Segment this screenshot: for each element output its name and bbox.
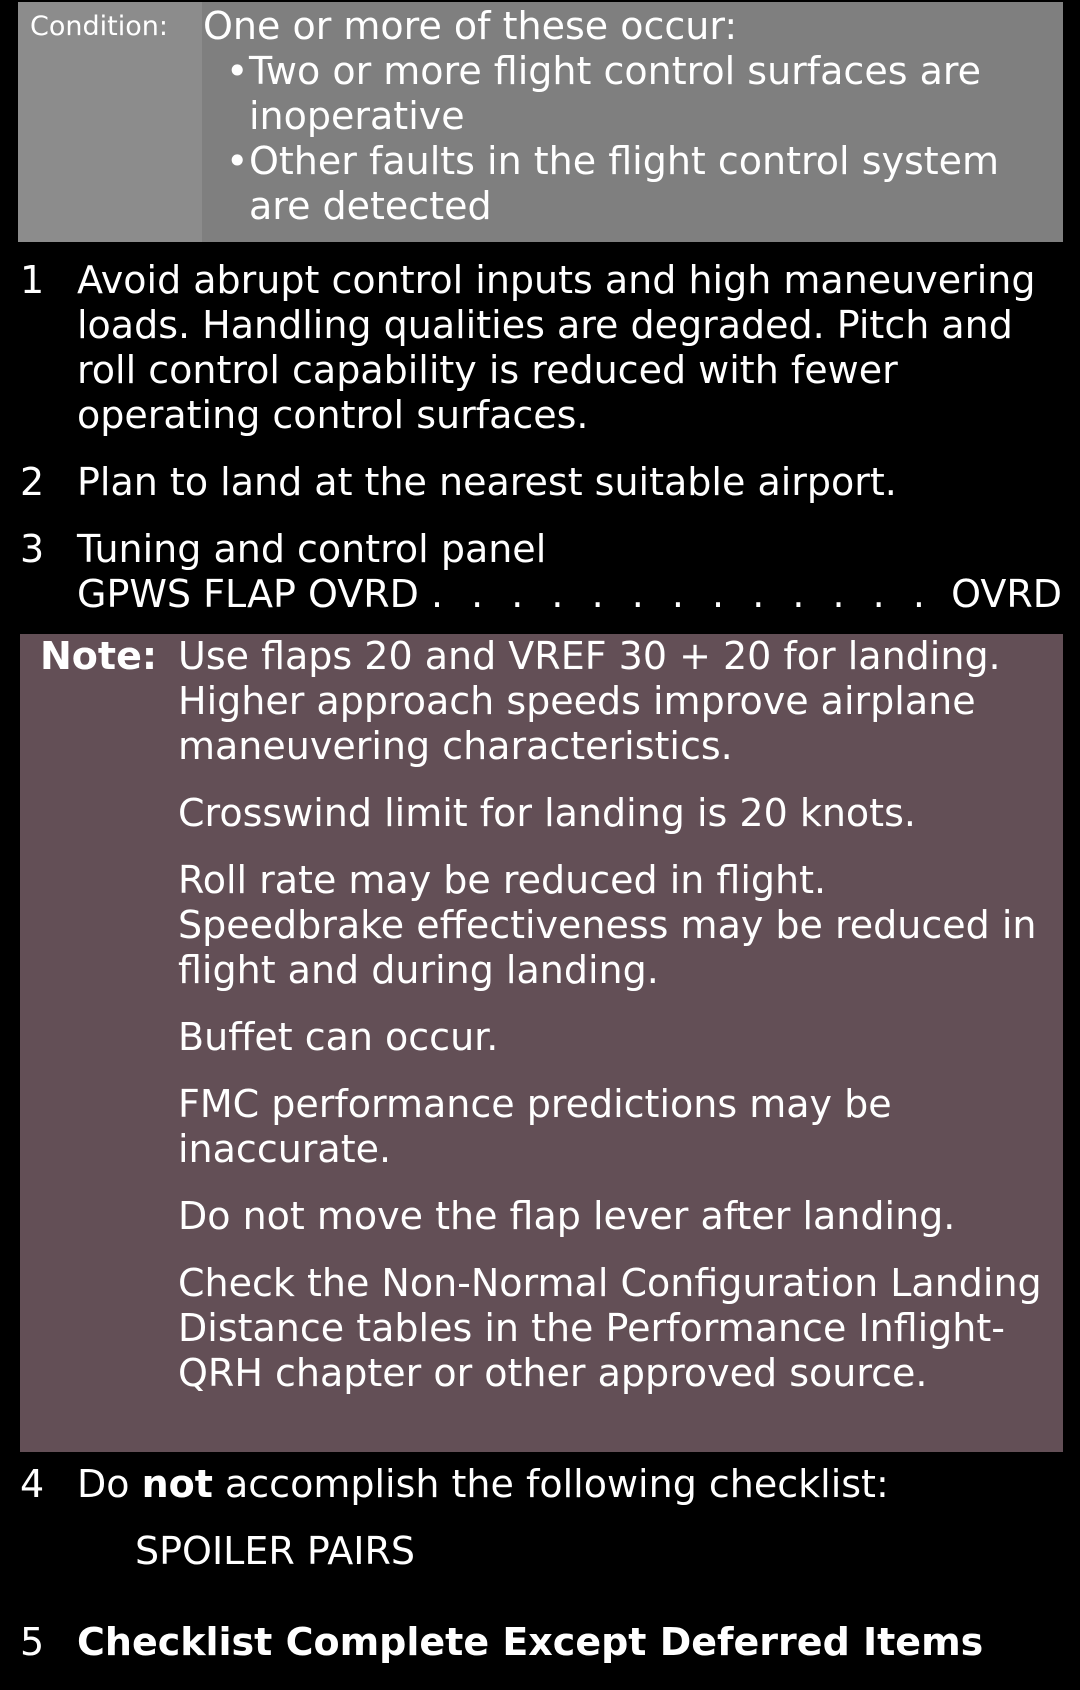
- step-number: 4: [20, 1462, 45, 1506]
- condition-label: Condition:: [30, 11, 168, 42]
- leader-dots: . . . . . . . . . . . . . . . . . . . . …: [430, 572, 951, 616]
- emphasis-not: not: [141, 1462, 213, 1506]
- step-text: Avoid abrupt control inputs and high man…: [77, 258, 1036, 437]
- step-number: 5: [20, 1620, 45, 1664]
- step-number: 2: [20, 460, 45, 504]
- note-box: Note: Use flaps 20 and VREF 30 + 20 for …: [20, 634, 1063, 1452]
- note-paragraph: Use flaps 20 and VREF 30 + 20 for landin…: [178, 634, 1001, 768]
- condition-label-column: Condition:: [18, 2, 202, 242]
- checklist-reference: SPOILER PAIRS: [135, 1529, 416, 1573]
- step-number: 3: [20, 527, 45, 571]
- action-line: GPWS FLAP OVRD . . . . . . . . . . . . .…: [77, 572, 1062, 617]
- note-paragraph: Check the Non-Normal Configuration Landi…: [178, 1261, 1042, 1395]
- note-paragraph: Buffet can occur.: [178, 1015, 499, 1059]
- condition-bullet-list: • Two or more flight control surfaces ar…: [226, 49, 1049, 229]
- panel-name: Tuning and control panel: [77, 527, 547, 571]
- note-paragraph: Do not move the flap lever after landing…: [178, 1194, 956, 1238]
- action-value: OVRD: [951, 572, 1062, 616]
- note-paragraph: Roll rate may be reduced in flight. Spee…: [178, 858, 1037, 992]
- condition-bullet-text: Two or more flight control surfaces are …: [249, 49, 982, 138]
- bullet-dot-icon: •: [226, 139, 249, 183]
- step-text: Do not accomplish the following checklis…: [77, 1462, 889, 1506]
- step-number: 1: [20, 258, 45, 302]
- action-item: GPWS FLAP OVRD: [77, 572, 419, 616]
- condition-bullet: • Other faults in the flight control sys…: [226, 139, 1049, 229]
- checklist-complete-text: Checklist Complete Except Deferred Items: [77, 1620, 984, 1664]
- bullet-dot-icon: •: [226, 49, 249, 93]
- step-text: Plan to land at the nearest suitable air…: [77, 460, 897, 504]
- condition-bullet-text: Other faults in the flight control syste…: [249, 139, 1000, 228]
- note-paragraph: Crosswind limit for landing is 20 knots.: [178, 791, 916, 835]
- note-paragraph: FMC performance predictions may be inacc…: [178, 1082, 892, 1171]
- condition-box: Condition: One or more of these occur: •…: [18, 2, 1063, 242]
- condition-bullet: • Two or more flight control surfaces ar…: [226, 49, 1049, 139]
- note-label: Note:: [40, 634, 158, 678]
- condition-lead: One or more of these occur:: [203, 4, 738, 48]
